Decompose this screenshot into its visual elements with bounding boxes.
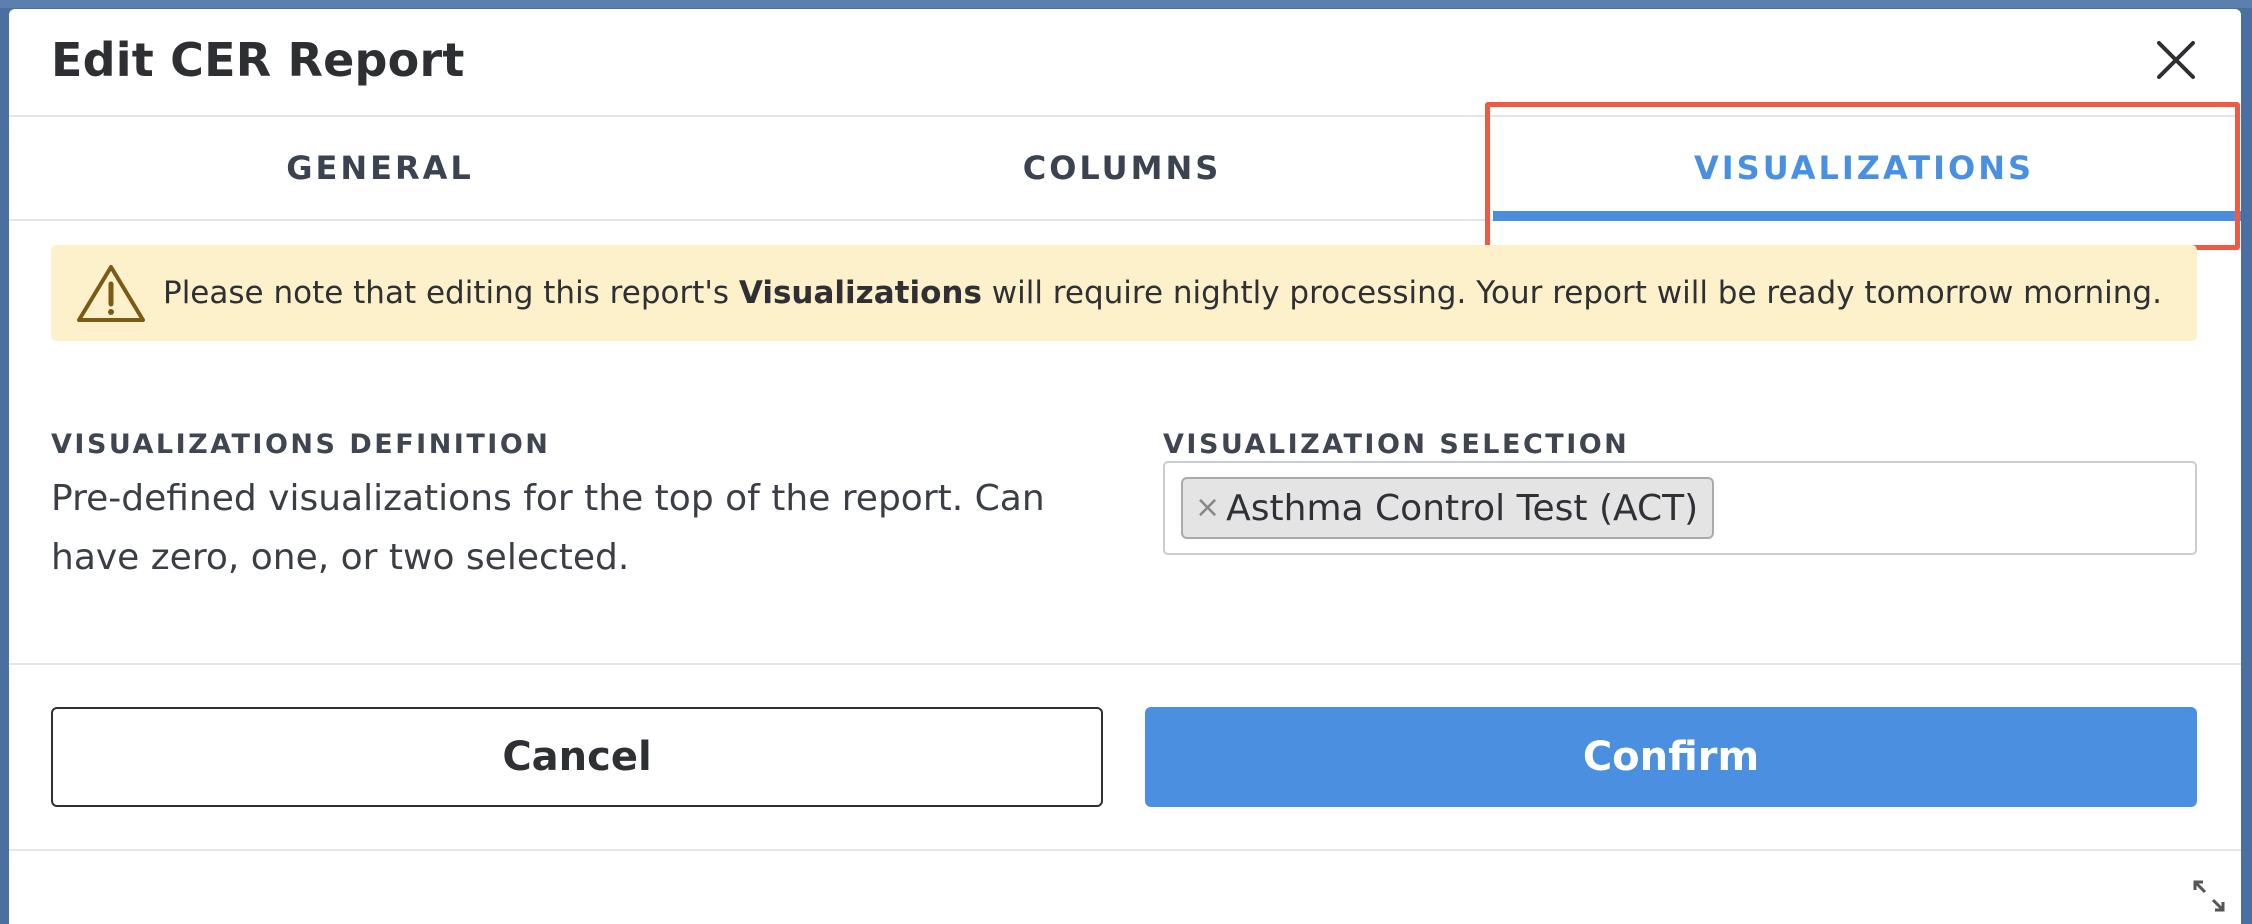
highlight-annotation: [1485, 102, 2240, 250]
confirm-button[interactable]: Confirm: [1145, 707, 2197, 807]
tab-general[interactable]: GENERAL: [9, 117, 751, 219]
expand-icon[interactable]: [2189, 876, 2229, 916]
warning-alert: Please note that editing this report's V…: [51, 245, 2197, 341]
definition-label: VISUALIZATIONS DEFINITION: [51, 429, 551, 460]
footer-divider-bottom: [9, 849, 2241, 851]
cancel-button[interactable]: Cancel: [51, 707, 1103, 807]
edit-report-modal: Edit CER Report GENERAL COLUMNS VISUALIZ…: [9, 9, 2241, 924]
modal-header: Edit CER Report: [9, 9, 2241, 117]
chip-label: Asthma Control Test (ACT): [1226, 487, 1699, 529]
warning-icon: [77, 265, 145, 322]
visualization-select[interactable]: × Asthma Control Test (ACT): [1163, 461, 2197, 555]
selected-chip: × Asthma Control Test (ACT): [1181, 477, 1715, 539]
backdrop: [0, 0, 2252, 8]
definition-description: Pre-defined visualizations for the top o…: [51, 478, 1045, 578]
close-icon: [2157, 41, 2195, 79]
close-button[interactable]: [2151, 35, 2201, 85]
alert-text-after: will require nightly processing. Your re…: [981, 275, 2162, 311]
selection-label: VISUALIZATION SELECTION: [1163, 429, 1630, 460]
alert-text-bold: Visualizations: [738, 275, 982, 311]
chip-remove-button[interactable]: ×: [1195, 493, 1220, 523]
footer-divider: [9, 663, 2241, 665]
tab-columns[interactable]: COLUMNS: [751, 117, 1493, 219]
alert-text-before: Please note that editing this report's: [163, 275, 739, 311]
modal-title: Edit CER Report: [51, 33, 465, 87]
alert-message: Please note that editing this report's V…: [163, 275, 2162, 311]
